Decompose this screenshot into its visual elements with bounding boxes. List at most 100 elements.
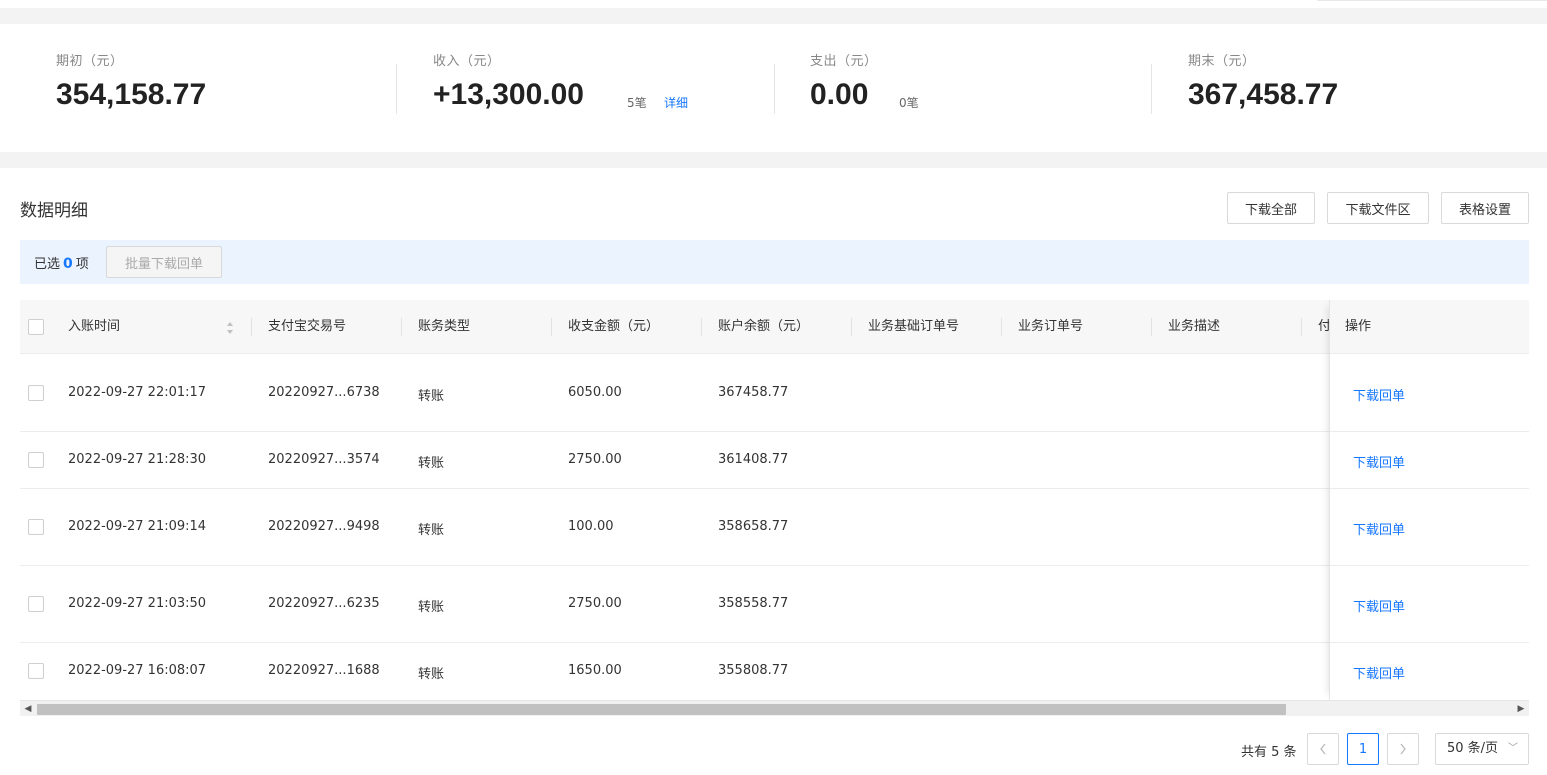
table-settings-button[interactable]: 表格设置 <box>1441 192 1529 224</box>
scroll-right-icon[interactable]: ▶ <box>1515 703 1527 715</box>
cell-amount: 2750.00 <box>568 452 622 467</box>
income-total: 收入（元） +13,300.00 5笔 详细 <box>433 50 688 130</box>
download-receipt-link[interactable]: 下载回单 <box>1353 452 1405 471</box>
column-header-amount: 收支金额（元） <box>568 319 660 334</box>
column-separator <box>1001 318 1002 336</box>
column-header-time[interactable]: 入账时间 <box>68 300 120 354</box>
cell-type: 转账 <box>418 600 445 615</box>
batch-download-button[interactable]: 批量下载回单 <box>106 246 222 278</box>
row-checkbox[interactable] <box>28 385 44 401</box>
column-header-order: 业务订单号 <box>1018 319 1084 334</box>
action-cell: 下载回单 <box>1330 432 1529 489</box>
transaction-table: 入账时间 支付宝交易号 账务类型 收支金额（元） 账户余额（元） 业务基础订单号… <box>20 300 1529 700</box>
column-separator <box>401 318 402 336</box>
chevron-left-icon <box>1320 743 1326 755</box>
table-row: 2022-09-27 21:03:50 20220927...6235 转账 2… <box>20 566 1529 643</box>
chevron-right-icon <box>1400 743 1406 755</box>
cell-type: 转账 <box>418 523 445 538</box>
row-checkbox[interactable] <box>28 452 44 468</box>
page-size-select[interactable]: 50 条/页 ﹀ <box>1435 733 1529 765</box>
expense-total: 支出（元） 0.00 0笔 <box>810 50 919 130</box>
closing-value: 367,458.77 <box>1188 78 1339 111</box>
next-page-button[interactable] <box>1387 733 1419 765</box>
cell-time: 2022-09-27 21:28:30 <box>68 452 207 467</box>
column-separator <box>1151 318 1152 336</box>
table-row: 2022-09-27 16:08:07 20220927...1688 转账 1… <box>20 643 1529 700</box>
selection-bar: 已选 0 项 批量下载回单 <box>20 240 1529 284</box>
selection-suffix: 项 <box>75 257 89 272</box>
action-cell: 下载回单 <box>1330 643 1529 700</box>
cell-balance: 361408.77 <box>718 452 789 467</box>
opening-balance: 期初（元） 354,158.77 <box>56 50 206 130</box>
column-separator <box>701 318 702 336</box>
table-row: 2022-09-27 21:28:30 20220927...3574 转账 2… <box>20 432 1529 489</box>
cell-amount: 100.00 <box>568 519 614 534</box>
download-area-button[interactable]: 下载文件区 <box>1327 192 1429 224</box>
cell-type: 转账 <box>418 667 445 682</box>
page-size-value: 50 条/页 <box>1447 741 1499 756</box>
cell-balance: 358558.77 <box>718 596 789 611</box>
cell-trade-no: 20220927...1688 <box>268 663 380 678</box>
closing-balance: 期末（元） 367,458.77 <box>1188 50 1338 130</box>
divider <box>1151 64 1152 114</box>
page-button-current[interactable]: 1 <box>1347 733 1379 765</box>
select-all-checkbox[interactable] <box>28 319 44 335</box>
selection-prefix: 已选 <box>34 257 61 272</box>
download-all-button[interactable]: 下载全部 <box>1227 192 1315 224</box>
scrollbar-thumb[interactable] <box>37 704 1286 715</box>
cell-amount: 2750.00 <box>568 596 622 611</box>
divider <box>396 64 397 114</box>
action-column-header: 操作 <box>1330 300 1529 354</box>
table-row: 2022-09-27 22:01:17 20220927...6738 转账 6… <box>20 355 1529 432</box>
cell-amount: 1650.00 <box>568 663 622 678</box>
cell-type: 转账 <box>418 456 445 471</box>
income-value: +13,300.00 <box>433 78 584 111</box>
column-separator <box>551 318 552 336</box>
column-separator <box>1301 318 1302 336</box>
summary-panel: 期初（元） 354,158.77 收入（元） +13,300.00 5笔 详细 … <box>0 24 1547 152</box>
download-receipt-link[interactable]: 下载回单 <box>1353 385 1405 404</box>
download-receipt-link[interactable]: 下载回单 <box>1353 519 1405 538</box>
table-row: 2022-09-27 21:09:14 20220927...9498 转账 1… <box>20 489 1529 566</box>
column-separator <box>851 318 852 336</box>
top-divider <box>1317 0 1547 1</box>
divider <box>774 64 775 114</box>
cell-trade-no: 20220927...9498 <box>268 519 380 534</box>
selection-count-text: 已选 0 项 <box>34 253 89 272</box>
column-header-description: 业务描述 <box>1168 319 1221 334</box>
row-checkbox[interactable] <box>28 596 44 612</box>
action-cell: 下载回单 <box>1330 566 1529 643</box>
expense-label: 支出（元） <box>810 54 878 69</box>
cell-type: 转账 <box>418 389 445 404</box>
income-count: 5笔 <box>627 96 647 110</box>
prev-page-button[interactable] <box>1307 733 1339 765</box>
chevron-down-icon: ﹀ <box>1508 743 1518 754</box>
cell-time: 2022-09-27 21:03:50 <box>68 596 207 611</box>
action-column: 操作 下载回单 下载回单 下载回单 下载回单 下载回单 <box>1329 300 1529 700</box>
row-checkbox[interactable] <box>28 663 44 679</box>
action-cell: 下载回单 <box>1330 489 1529 566</box>
column-header-type: 账务类型 <box>418 319 471 334</box>
column-header-balance: 账户余额（元） <box>718 319 810 334</box>
pagination-total: 共有 5 条 <box>1241 745 1297 760</box>
cell-trade-no: 20220927...6738 <box>268 385 380 400</box>
cell-amount: 6050.00 <box>568 385 622 400</box>
cell-trade-no: 20220927...3574 <box>268 452 380 467</box>
sort-icon[interactable] <box>226 321 234 335</box>
closing-label: 期末（元） <box>1188 54 1256 69</box>
opening-label: 期初（元） <box>56 54 124 69</box>
action-cell: 下载回单 <box>1330 355 1529 432</box>
row-checkbox[interactable] <box>28 519 44 535</box>
download-receipt-link[interactable]: 下载回单 <box>1353 596 1405 615</box>
download-receipt-link[interactable]: 下载回单 <box>1353 663 1405 682</box>
scroll-left-icon[interactable]: ◀ <box>22 703 34 715</box>
cell-balance: 355808.77 <box>718 663 789 678</box>
expense-count: 0笔 <box>899 96 919 110</box>
column-header-trade-no: 支付宝交易号 <box>268 319 347 334</box>
horizontal-scrollbar[interactable]: ◀ ▶ <box>20 700 1529 716</box>
opening-value: 354,158.77 <box>56 78 207 111</box>
income-detail-link[interactable]: 详细 <box>664 94 688 111</box>
cell-time: 2022-09-27 16:08:07 <box>68 663 207 678</box>
top-strip <box>0 8 1547 24</box>
column-separator <box>251 318 252 336</box>
